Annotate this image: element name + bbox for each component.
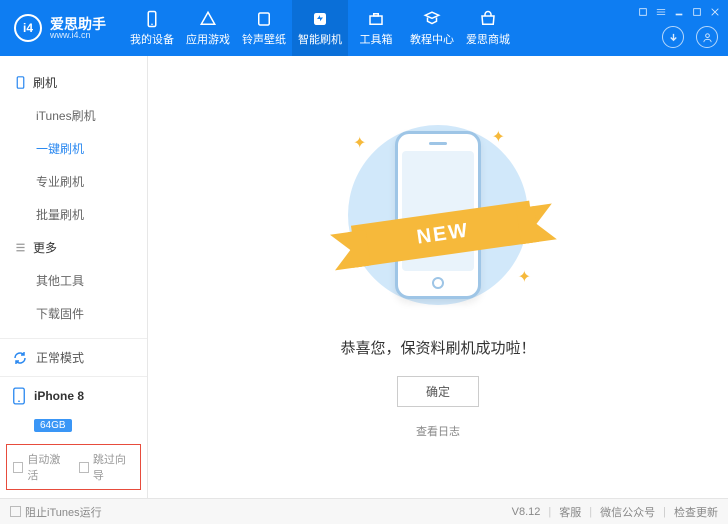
sidebar-bottom: 正常模式 iPhone 8 64GB 自动激活 跳过向导 (0, 338, 147, 498)
top-tabs: 我的设备 应用游戏 铃声壁纸 智能刷机 工具箱 教程中心 爱思商城 (124, 0, 516, 56)
logo-title: 爱思助手 (50, 17, 106, 31)
tab-label: 应用游戏 (186, 31, 230, 47)
checkbox-label: 阻止iTunes运行 (25, 504, 102, 520)
tab-ringtones[interactable]: 铃声壁纸 (236, 0, 292, 56)
check-update-link[interactable]: 检查更新 (674, 504, 718, 520)
checkbox-skip-wizard[interactable]: 跳过向导 (79, 451, 135, 483)
mode-label: 正常模式 (36, 349, 84, 366)
sidebar-group-title: 刷机 (33, 74, 57, 91)
checkbox-auto-activate[interactable]: 自动激活 (13, 451, 69, 483)
tab-flash[interactable]: 智能刷机 (292, 0, 348, 56)
checkbox-block-itunes[interactable]: 阻止iTunes运行 (10, 504, 102, 520)
header-action-icons (662, 26, 718, 48)
tab-apps[interactable]: 应用游戏 (180, 0, 236, 56)
tab-label: 智能刷机 (298, 31, 342, 47)
tab-label: 铃声壁纸 (242, 31, 286, 47)
checkbox-label: 跳过向导 (93, 451, 134, 483)
device-name: iPhone 8 (34, 389, 84, 403)
tab-label: 爱思商城 (466, 31, 510, 47)
download-icon[interactable] (662, 26, 684, 48)
sidebar-item-itunes-flash[interactable]: iTunes刷机 (0, 99, 147, 132)
sparkle-icon: ✦ (518, 267, 531, 287)
wechat-link[interactable]: 微信公众号 (600, 504, 655, 520)
status-bar: 阻止iTunes运行 V8.12 | 客服 | 微信公众号 | 检查更新 (0, 498, 728, 524)
success-illustration: ✦ ✦ ✦ NEW (323, 115, 553, 315)
storage-badge: 64GB (34, 419, 72, 432)
skin-icon[interactable] (638, 4, 648, 22)
checkbox-label: 自动激活 (27, 451, 68, 483)
header-bar: i4 爱思助手 www.i4.cn 我的设备 应用游戏 铃声壁纸 智能刷机 工具… (0, 0, 728, 56)
version-label: V8.12 (512, 506, 541, 518)
sparkle-icon: ✦ (353, 133, 366, 153)
options-highlight-box: 自动激活 跳过向导 (6, 444, 141, 490)
maximize-icon[interactable] (692, 4, 702, 22)
tab-tutorials[interactable]: 教程中心 (404, 0, 460, 56)
sidebar-item-pro-flash[interactable]: 专业刷机 (0, 165, 147, 198)
user-icon[interactable] (696, 26, 718, 48)
menu-icon[interactable] (656, 4, 666, 22)
logo-icon: i4 (14, 14, 42, 42)
refresh-icon (12, 350, 28, 366)
tab-label: 工具箱 (360, 31, 393, 47)
logo-subtitle: www.i4.cn (50, 31, 106, 40)
window-controls (638, 4, 720, 22)
view-log-link[interactable]: 查看日志 (416, 423, 460, 439)
sidebar: 刷机 iTunes刷机 一键刷机 专业刷机 批量刷机 更多 其他工具 下载固件 … (0, 56, 148, 498)
sidebar-item-advanced[interactable]: 高级功能 (0, 330, 147, 338)
device-mode-row[interactable]: 正常模式 (0, 339, 147, 377)
logo: i4 爱思助手 www.i4.cn (0, 14, 120, 42)
list-icon (14, 241, 27, 254)
body: 刷机 iTunes刷机 一键刷机 专业刷机 批量刷机 更多 其他工具 下载固件 … (0, 56, 728, 498)
tab-toolbox[interactable]: 工具箱 (348, 0, 404, 56)
sidebar-group-more: 更多 (0, 231, 147, 264)
app-window: i4 爱思助手 www.i4.cn 我的设备 应用游戏 铃声壁纸 智能刷机 工具… (0, 0, 728, 524)
sparkle-icon: ✦ (492, 127, 505, 147)
tab-label: 我的设备 (130, 31, 174, 47)
confirm-button[interactable]: 确定 (397, 376, 479, 407)
sidebar-item-download-fw[interactable]: 下载固件 (0, 297, 147, 330)
phone-icon (14, 76, 27, 89)
sidebar-item-other-tools[interactable]: 其他工具 (0, 264, 147, 297)
sidebar-group-flash: 刷机 (0, 66, 147, 99)
tab-label: 教程中心 (410, 31, 454, 47)
device-row[interactable]: iPhone 8 (0, 377, 147, 415)
tab-store[interactable]: 爱思商城 (460, 0, 516, 56)
close-icon[interactable] (710, 4, 720, 22)
sidebar-item-batch-flash[interactable]: 批量刷机 (0, 198, 147, 231)
sidebar-item-oneclick-flash[interactable]: 一键刷机 (0, 132, 147, 165)
support-link[interactable]: 客服 (559, 504, 581, 520)
minimize-icon[interactable] (674, 4, 684, 22)
success-message: 恭喜您，保资料刷机成功啦！ (340, 337, 535, 358)
tab-my-device[interactable]: 我的设备 (124, 0, 180, 56)
device-icon (12, 387, 26, 405)
main-content: ✦ ✦ ✦ NEW 恭喜您，保资料刷机成功啦！ 确定 查看日志 (148, 56, 728, 498)
sidebar-group-title: 更多 (33, 239, 57, 256)
